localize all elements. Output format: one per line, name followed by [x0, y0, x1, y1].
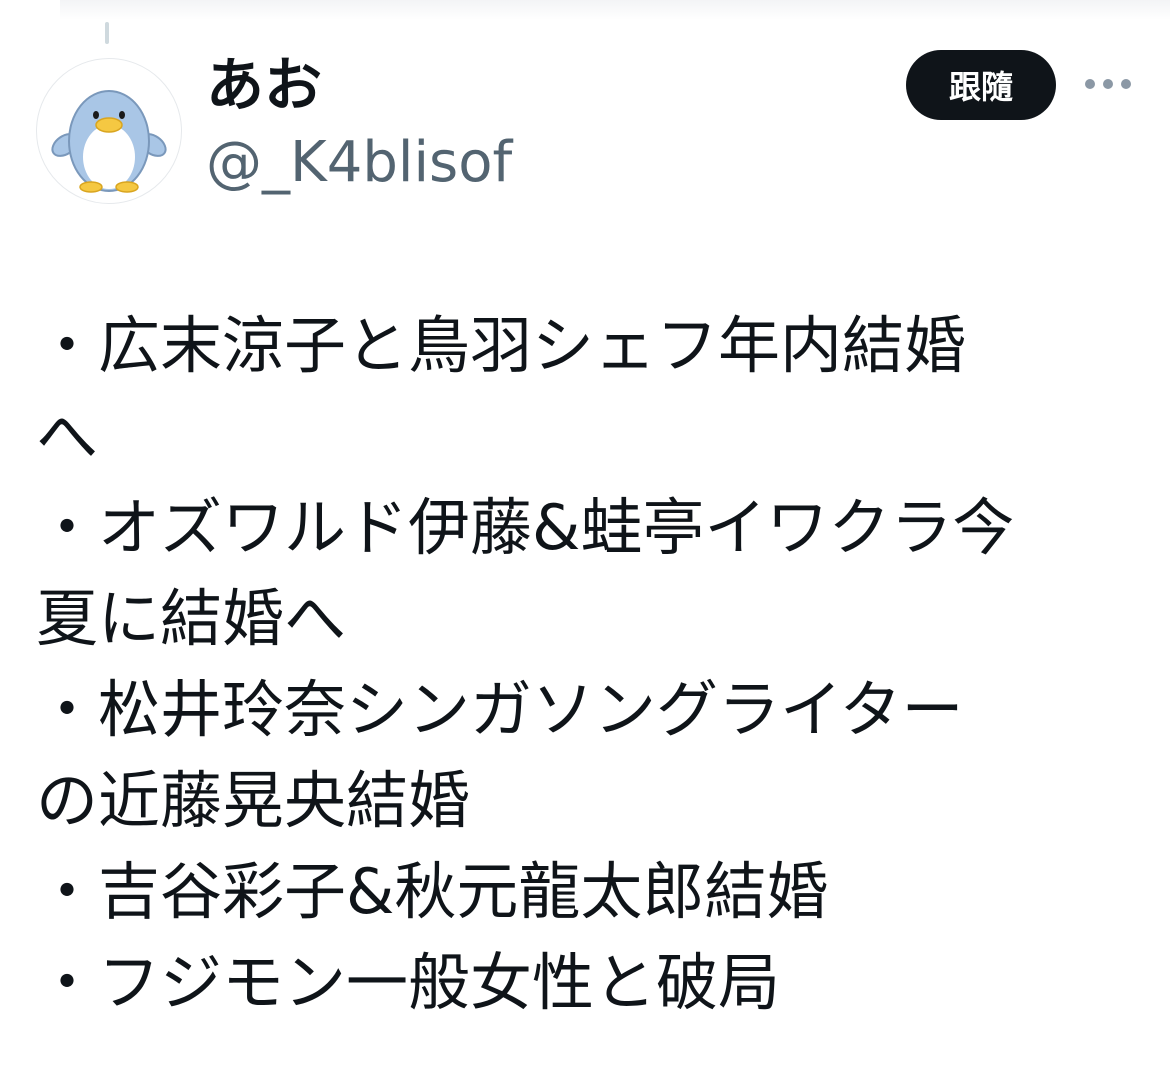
thread-connector-line [105, 22, 109, 44]
display-name[interactable]: あお [206, 50, 322, 120]
tweet-text: ・広末涼子と鳥羽シェフ年内結婚 へ ・オズワルド伊藤&蛙亭イワクラ今 夏に結婚へ… [36, 300, 1146, 1028]
penguin-avatar-icon [51, 90, 167, 193]
tweet-text-line: ・吉谷彩子&秋元龍太郎結婚 [36, 855, 829, 928]
tweet-text-line: ・松井玲奈シンガソングライター [36, 673, 964, 746]
tweet-text-line: ・フジモン一般女性と破局 [36, 946, 781, 1019]
more-options-icon [1085, 79, 1131, 89]
user-handle[interactable]: @_K4blisof [206, 128, 512, 198]
avatar[interactable] [36, 58, 182, 204]
tweet-text-line: ・広末涼子と鳥羽シェフ年内結婚 [36, 309, 967, 382]
tweet-text-line: ・オズワルド伊藤&蛙亭イワクラ今 [36, 491, 1015, 564]
tweet-text-line: の近藤晃央結婚 [36, 764, 471, 837]
follow-button[interactable]: 跟隨 [906, 50, 1056, 120]
tweet-text-line: 夏に結婚へ [36, 582, 347, 655]
more-options-button[interactable] [1082, 66, 1134, 102]
tweet-text-line: へ [36, 400, 99, 473]
previous-tweet-edge [60, 0, 1170, 20]
